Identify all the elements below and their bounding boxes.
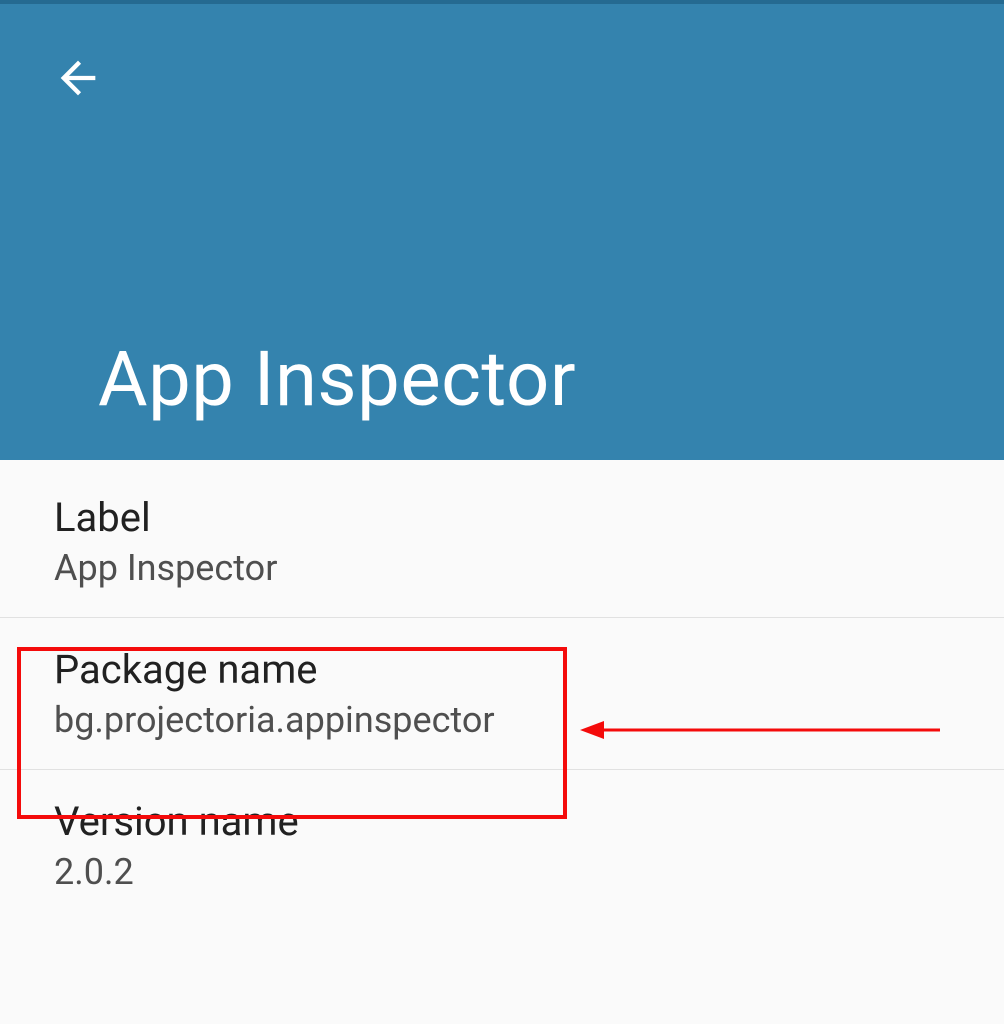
back-button[interactable]	[48, 48, 108, 108]
item-value: bg.projectoria.appinspector	[54, 699, 950, 741]
arrow-back-icon	[52, 52, 104, 104]
details-list: Label App Inspector Package name bg.proj…	[0, 460, 1004, 921]
list-item-version-name[interactable]: Version name 2.0.2	[0, 770, 1004, 921]
app-bar: App Inspector	[0, 4, 1004, 460]
item-value: 2.0.2	[54, 851, 950, 893]
item-title: Package name	[54, 646, 950, 693]
item-title: Label	[54, 494, 950, 541]
item-value: App Inspector	[54, 547, 950, 589]
list-item-label[interactable]: Label App Inspector	[0, 460, 1004, 618]
list-item-package-name[interactable]: Package name bg.projectoria.appinspector	[0, 618, 1004, 770]
item-title: Version name	[54, 798, 950, 845]
app-title: App Inspector	[98, 334, 576, 424]
